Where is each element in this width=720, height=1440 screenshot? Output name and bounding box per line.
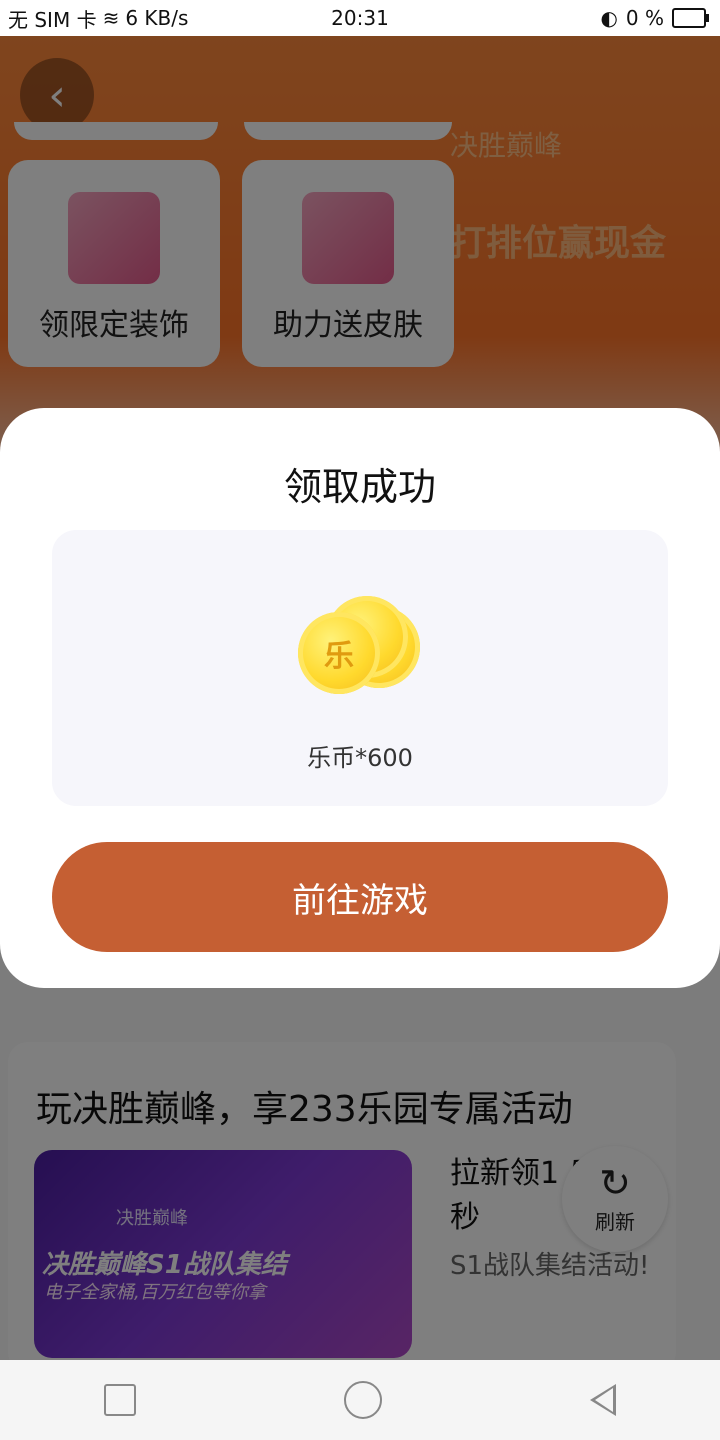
- dialog-title: 领取成功: [283, 465, 436, 509]
- back-triangle-icon[interactable]: [590, 1384, 616, 1416]
- success-dialog: 领取成功 乐 乐币*600 前往游戏: [0, 408, 720, 988]
- recents-icon[interactable]: [104, 1384, 136, 1416]
- status-bar: 无 SIM 卡 ≋ 6 KB/s 20:31 ◐ 0 %: [0, 0, 720, 36]
- system-nav-bar: [0, 1360, 720, 1440]
- coin-icon: 乐: [298, 612, 380, 694]
- reward-amount: 乐币*600: [307, 744, 413, 772]
- go-to-game-button[interactable]: 前往游戏: [52, 842, 668, 952]
- clock: 20:31: [331, 6, 389, 30]
- battery-icon: [672, 8, 709, 28]
- coin-stack-icon: 乐: [298, 590, 422, 694]
- reward-box: 乐 乐币*600: [52, 530, 668, 806]
- home-icon[interactable]: [344, 1381, 382, 1419]
